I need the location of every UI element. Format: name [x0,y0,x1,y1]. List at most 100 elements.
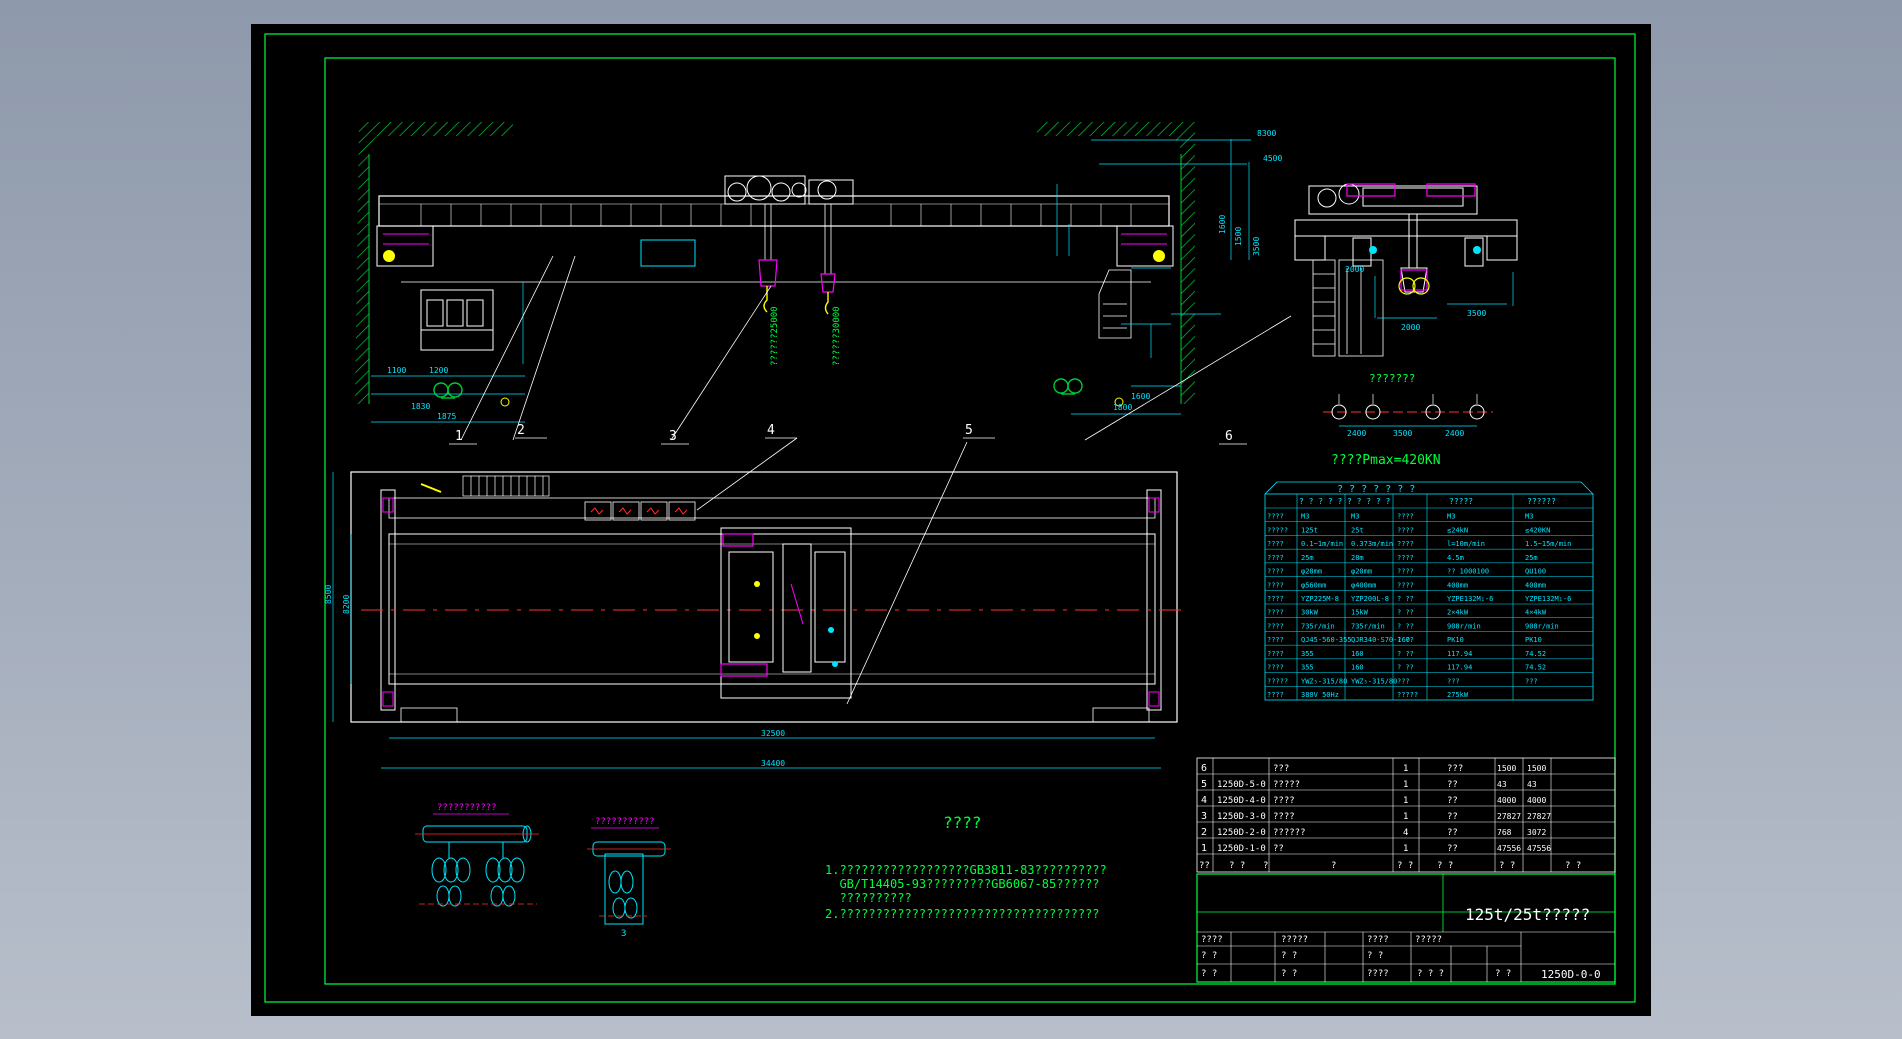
bom-cell: ????? [1273,780,1300,790]
spec-cell: YZP200L-8 [1351,595,1389,603]
spec-cell: 74.52 [1525,664,1546,672]
spec-cell: 4.5m [1447,554,1464,562]
spec-cell: ???? [1267,595,1284,603]
spec-table: ? ? ? ? ? ? ? ? ? ? ? ? ? ? ? ? ? ????? … [1264,481,1594,701]
spec-cell: ??? [1397,677,1410,685]
pulley-symbol-right [1053,378,1083,395]
tb-r2-b: ? ? [1281,951,1297,961]
spec-cell: ????? [1267,526,1288,534]
bom-cell: 1 [1403,812,1408,822]
spec-cell: ? ?? [1397,650,1414,658]
callout-3: 3 [669,429,677,444]
spec-cell: 0.1~1m/min [1301,540,1343,548]
spec-cell: 74.52 [1525,650,1546,658]
dim-1875: 1875 [437,412,456,421]
bom-cell: 47556 [1527,844,1551,853]
spec-cell: ???? [1267,650,1284,658]
tb-r3-c: ???? [1367,969,1389,979]
spec-cell: 275kW [1447,691,1469,699]
spec-col-2: ? ? ? ? ? [1347,497,1391,506]
hoist-caption-1: ??????????? [437,803,497,813]
bom-cell: ???? [1273,796,1295,806]
spec-cell: 735r/min [1301,622,1335,630]
dim-end-2: 4500 [1263,154,1282,163]
bom-cell: ?????? [1273,828,1306,838]
spec-cell: M3 [1447,513,1455,521]
tb-r1-b: ????? [1281,935,1308,945]
bom-head-8: ? ? [1565,861,1581,871]
trolley-plan [720,527,852,699]
wheel-dim-1: 2400 [1347,429,1366,438]
dim-end-8: 3500 [1252,237,1261,256]
spec-cell: ???? [1267,622,1284,630]
bom-cell: 1250D-2-0 [1217,828,1266,838]
note-line-1: 1.??????????????????GB3811-83?????????? [825,863,1107,877]
wheel-load-value: ????Pmax=420KN [1331,453,1441,468]
bom-cell: 1250D-1-0 [1217,844,1266,854]
bom-head-6: ? ? [1437,861,1453,871]
hoist-detail-2: ??????????? 3 [587,817,671,939]
tb-r3-a: ? ? [1201,969,1217,979]
dim-overall: 34400 [761,759,785,768]
spec-cell: ???? [1267,609,1284,617]
spec-cell: YWZ₅-315/80 [1301,677,1347,685]
spec-cell: 25m [1301,554,1314,562]
spec-cell: ???? [1397,526,1414,534]
spec-cell: 355 [1301,664,1314,672]
spec-cell: ???? [1267,581,1284,589]
spec-cell: ???? [1267,554,1284,562]
elevation-view: ??????25000 ??????30000 1100 1200 1830 1… [355,122,1292,441]
bom-cell: 1 [1403,764,1408,774]
bom-cell: ?? [1447,796,1458,806]
spec-cell: 0.373m/min [1351,540,1393,548]
spec-cell: 117.94 [1447,650,1472,658]
dim-1830: 1830 [411,402,430,411]
operator-cab [420,289,494,351]
bom-cell: ???? [1273,812,1295,822]
crane-drawing-sheet: ??????25000 ??????30000 1100 1200 1830 1… [264,33,1636,1003]
bom-head-1: ?? [1199,861,1210,871]
aux-hook [820,204,836,315]
spec-cell: 1.5~15m/min [1525,540,1571,548]
spec-cell: QJ45-560-355 [1301,636,1352,644]
callout-4: 4 [767,423,775,438]
notes-title: ???? [943,813,982,832]
trolley-elevation [724,175,854,205]
spec-cell: YWZ₅-315/80 [1351,677,1397,685]
bom-cell: 4000 [1497,796,1516,805]
bom-cell: ?? [1447,828,1458,838]
spec-cell: ??? [1447,677,1460,685]
tb-r2-a: ? ? [1201,951,1217,961]
bom-cell: 1 [1403,796,1408,806]
plan-view: 32500 34400 8500 8200 [324,471,1181,769]
spec-cell: 25m [1525,554,1538,562]
note-line-2: GB/T14405-93?????????GB6067-85?????? [825,877,1100,891]
hook-height-label-1: ??????25000 [770,306,780,366]
dim-end-3: 2000 [1345,265,1364,274]
section-label: 3 [621,929,626,939]
bom-cell: ?? [1447,780,1458,790]
tb-r1-a: ???? [1201,935,1223,945]
callout-6: 6 [1225,429,1233,444]
bom-cell: 4 [1403,828,1408,838]
bill-of-materials: 6??? 1??? 1500 15005 1250D-5-0????? 1?? 43 434 1… [1196,757,1616,873]
girder-stiffeners [420,204,1132,226]
left-end-beam [380,489,396,711]
note-line-4: 2.???????????????????????????????????? [825,907,1100,921]
bom-cell: 27827 [1527,812,1551,821]
dim-end-1: 8300 [1257,129,1276,138]
bom-cell: 43 [1527,780,1537,789]
spec-table-header: ? ? ? ? ? ? ? [1337,484,1415,495]
cad-viewport[interactable]: ??????25000 ??????30000 1100 1200 1830 1… [251,24,1651,1016]
dim-1200: 1200 [429,366,448,375]
wheel-load-caption: ??????? [1369,372,1415,385]
spec-cell: 380V 50Hz [1301,691,1339,699]
bom-cell: 1500 [1497,764,1516,773]
spec-cell: YZP225M-8 [1301,595,1339,603]
bom-cell: 43 [1497,780,1507,789]
spec-cell: ????? [1397,691,1418,699]
bom-cell: 1 [1403,844,1408,854]
spec-cell: 160 [1351,664,1364,672]
dim-1600: 1600 [1131,392,1150,401]
spec-cell: 125t [1301,526,1318,534]
